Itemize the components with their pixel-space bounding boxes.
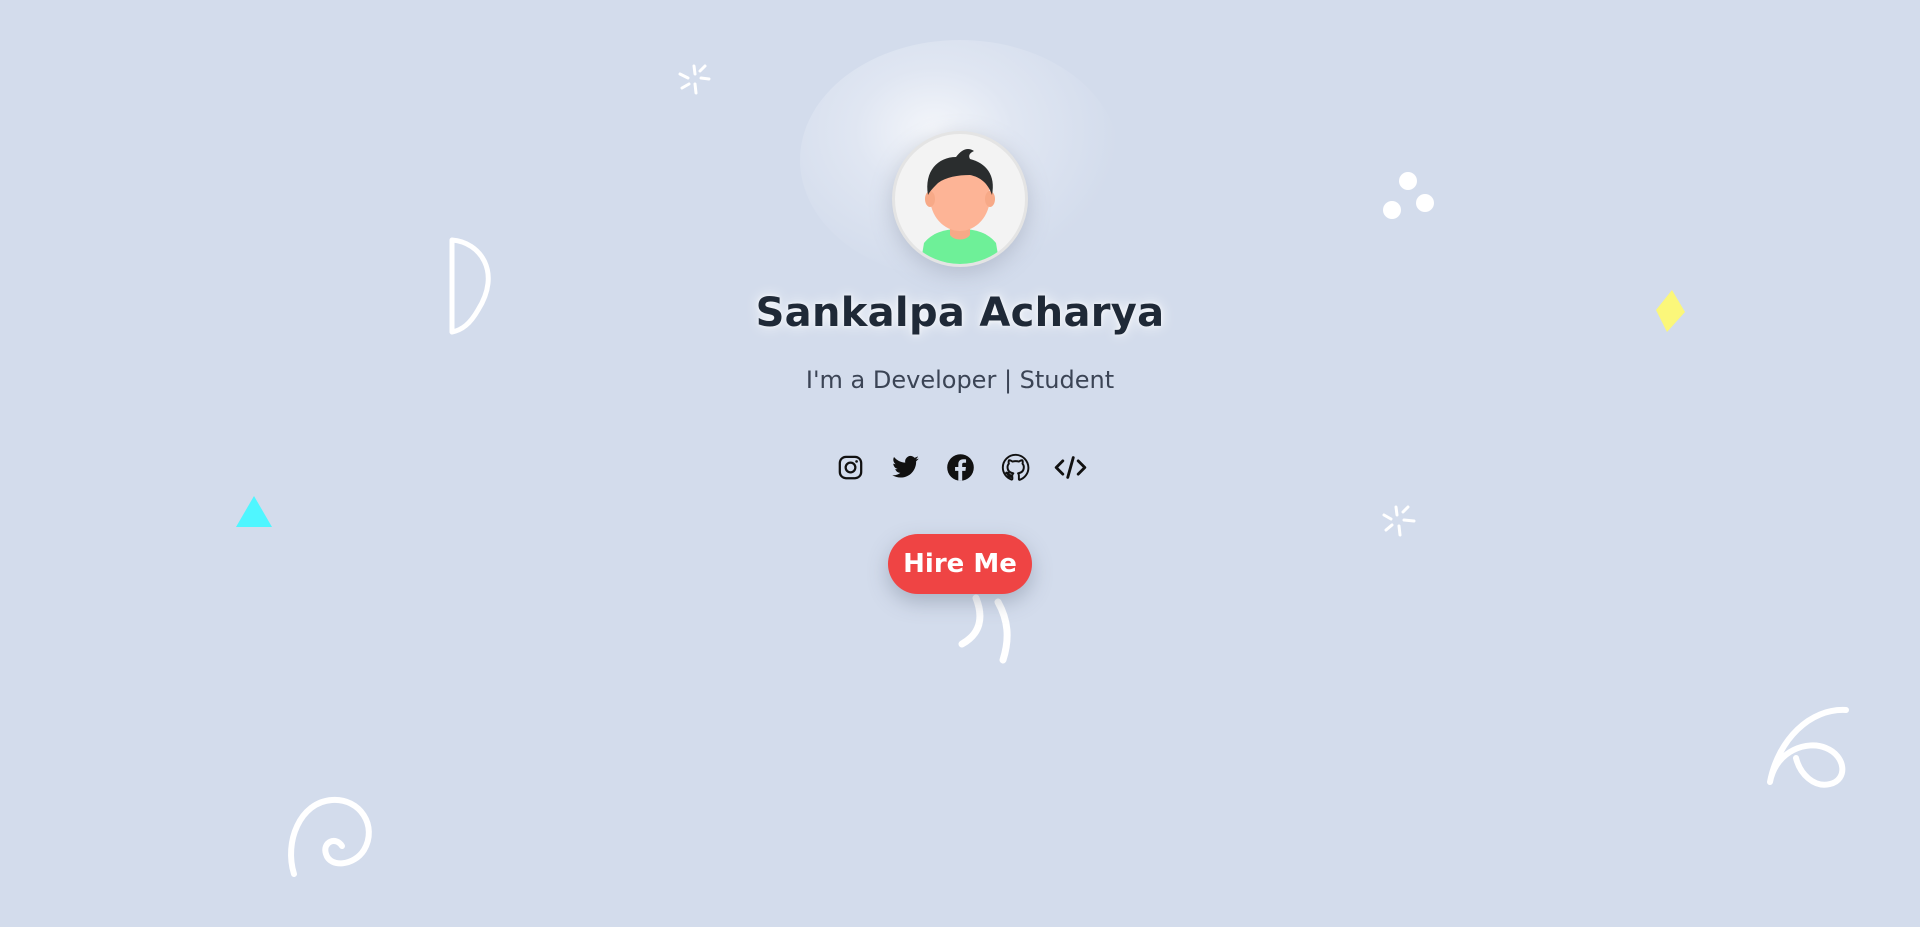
avatar [892,131,1028,267]
sparkle-small-icon [1382,505,1416,537]
github-icon [1001,453,1029,481]
twitter-icon [891,455,919,478]
facebook-icon [946,454,974,481]
social-link-instagram[interactable] [834,451,867,484]
dots-shape [1383,172,1434,219]
instagram-icon [838,455,862,480]
social-links [0,451,1920,484]
triangle-shape [236,496,272,527]
avatar-illustration-icon [920,149,1000,264]
social-link-facebook[interactable] [944,451,977,484]
profile-tagline: I'm a Developer | Student [805,366,1115,394]
social-link-github[interactable] [999,451,1032,484]
hire-me-button[interactable]: Hire Me [888,534,1032,594]
code-icon [1054,456,1086,479]
sparkle-icon [678,64,711,95]
squiggle-lines-shape [958,594,1011,664]
page: Sankalpa Acharya I'm a Developer | Stude… [0,0,1920,927]
spiral-shape [288,796,372,877]
profile-name: Sankalpa Acharya [755,290,1165,336]
swirl-shape [1767,706,1849,788]
social-link-twitter[interactable] [889,451,922,484]
social-link-code[interactable] [1054,451,1087,484]
